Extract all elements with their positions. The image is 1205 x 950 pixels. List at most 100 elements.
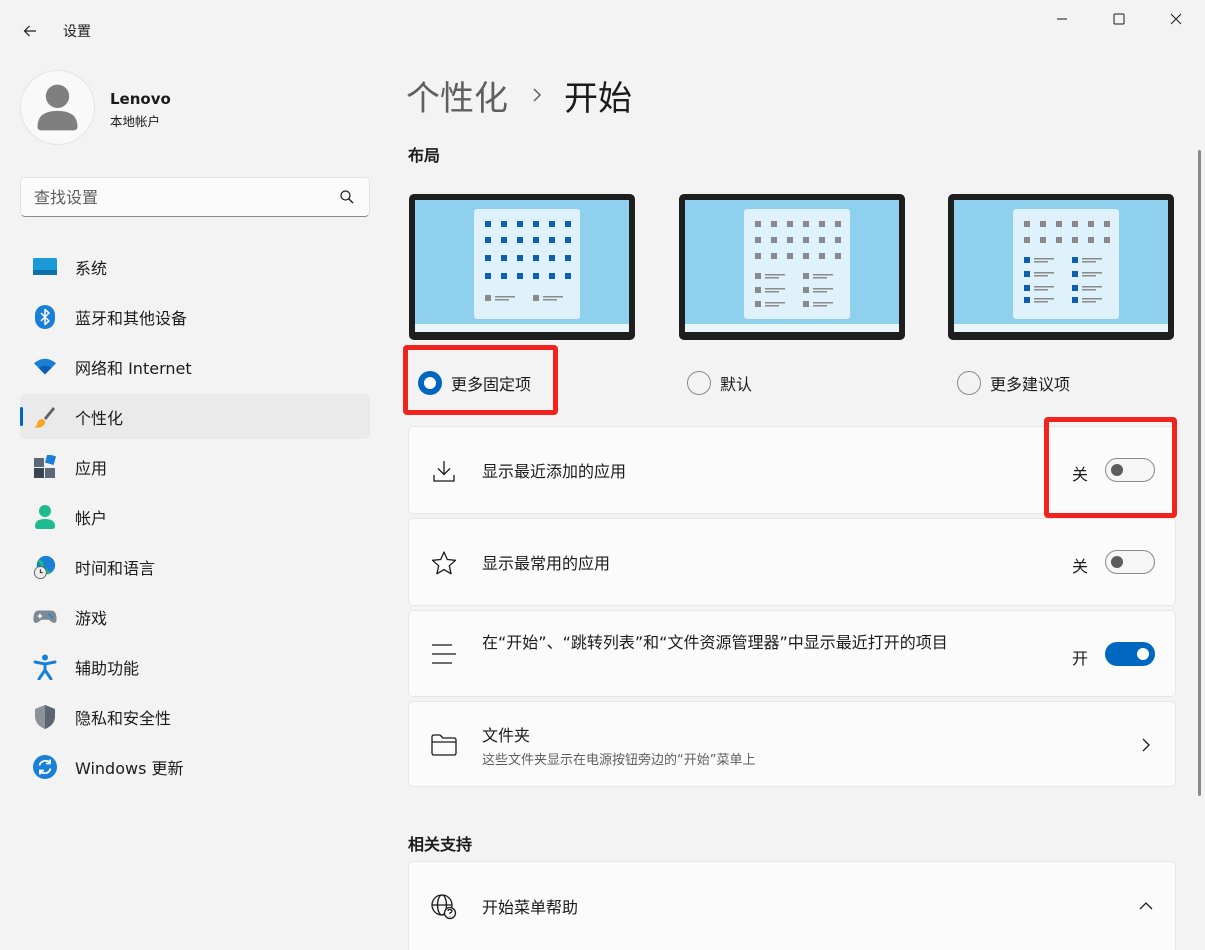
close-button[interactable]: [1148, 4, 1204, 34]
preview-taskbar: [415, 324, 629, 332]
star-icon: [430, 549, 458, 577]
search-box[interactable]: [20, 177, 370, 217]
setting-card-recent-items: 在“开始”、“跳转列表”和“文件资源管理器”中显示最近打开的项目 开: [408, 610, 1176, 697]
preview-start-menu: [1013, 209, 1119, 319]
breadcrumb: 个性化 开始: [406, 71, 632, 120]
sidebar-item-label: 网络和 Internet: [75, 358, 192, 378]
avatar[interactable]: [20, 70, 95, 145]
setting-title: 文件夹: [482, 726, 531, 745]
related-item-title: 开始菜单帮助: [482, 898, 579, 917]
sidebar-item-label: 个性化: [75, 408, 124, 428]
sidebar-item-label: 隐私和安全性: [75, 708, 172, 728]
sidebar-item-label: 游戏: [75, 608, 108, 628]
preview-screen: [954, 200, 1168, 332]
layout-option-label: 默认: [720, 375, 753, 394]
highlight-box-toggle: [1044, 417, 1177, 518]
sidebar-item-windows-update[interactable]: Windows 更新: [20, 744, 370, 789]
toggle-state-label: 开: [1072, 649, 1089, 668]
shield-icon: [33, 705, 57, 729]
pins-grid-icon: [485, 221, 571, 301]
profile-account-type: 本地帐户: [110, 114, 161, 129]
section-title-related-support: 相关支持: [408, 835, 473, 854]
chevron-up-icon[interactable]: [1139, 899, 1153, 913]
setting-card-most-used: 显示最常用的应用 关: [408, 518, 1176, 606]
toggle-state-label: 关: [1072, 557, 1089, 576]
sidebar-item-privacy[interactable]: 隐私和安全性: [20, 694, 370, 739]
sidebar-item-personalization[interactable]: 个性化: [20, 394, 370, 439]
list-icon: [430, 640, 458, 668]
chevron-right-icon: [1142, 738, 1150, 752]
sidebar-item-label: 时间和语言: [75, 558, 156, 578]
default-grid-icon: [755, 221, 841, 307]
person-icon: [33, 505, 57, 529]
profile-name: Lenovo: [110, 90, 171, 108]
radio-button[interactable]: [957, 371, 981, 395]
search-input[interactable]: [21, 178, 331, 216]
layout-option-label: 更多建议项: [990, 375, 1071, 394]
apps-icon: [33, 455, 57, 479]
page-title: 开始: [564, 78, 632, 119]
preview-start-menu: [744, 209, 850, 319]
gamepad-icon: [33, 605, 57, 629]
layout-preview-more-pins[interactable]: [409, 194, 635, 340]
toggle-switch-recent-items[interactable]: [1105, 642, 1155, 666]
minimize-button[interactable]: [1034, 4, 1090, 34]
sidebar-nav: 系统 蓝牙和其他设备 网络和 Internet 个性化 应用 帐户 时间和语言 …: [20, 244, 370, 794]
setting-title: 显示最常用的应用: [482, 554, 611, 573]
sidebar-item-apps[interactable]: 应用: [20, 444, 370, 489]
preview-taskbar: [954, 324, 1168, 332]
setting-title: 在“开始”、“跳转列表”和“文件资源管理器”中显示最近打开的项目: [482, 633, 948, 652]
preview-screen: [685, 200, 899, 332]
app-title: 设置: [63, 24, 91, 40]
preview-screen: [415, 200, 629, 332]
layout-preview-more-recommendations[interactable]: [948, 194, 1174, 340]
highlight-box-layout-option: [403, 345, 558, 415]
update-icon: [33, 755, 57, 779]
back-button[interactable]: [14, 16, 46, 46]
sidebar-item-label: 帐户: [75, 508, 108, 528]
recommendations-grid-icon: [1024, 221, 1110, 303]
sidebar-item-accounts[interactable]: 帐户: [20, 494, 370, 539]
sidebar-item-label: 蓝牙和其他设备: [75, 308, 188, 328]
folder-icon: [430, 731, 458, 759]
layout-preview-default[interactable]: [679, 194, 905, 340]
radio-button[interactable]: [687, 371, 711, 395]
sidebar-item-time-language[interactable]: 时间和语言: [20, 544, 370, 589]
accessibility-icon: [33, 654, 57, 680]
bluetooth-icon: [33, 305, 57, 329]
sidebar-item-bluetooth[interactable]: 蓝牙和其他设备: [20, 294, 370, 339]
wifi-icon: [33, 355, 57, 379]
sidebar-item-label: Windows 更新: [75, 758, 184, 778]
layout-option-more-recommendations[interactable]: 更多建议项: [957, 368, 1070, 398]
scrollbar[interactable]: [1198, 150, 1201, 796]
globe-clock-icon: [33, 555, 57, 579]
toggle-switch-most-used[interactable]: [1105, 550, 1155, 574]
layout-option-default[interactable]: 默认: [687, 368, 752, 398]
chevron-right-icon: [530, 88, 544, 102]
monitor-icon: [33, 255, 57, 279]
minimize-icon: [1057, 18, 1067, 20]
sidebar-item-accessibility[interactable]: 辅助功能: [20, 644, 370, 689]
setting-title: 显示最近添加的应用: [482, 462, 627, 481]
back-arrow-icon: [23, 25, 36, 37]
setting-subtitle: 这些文件夹显示在电源按钮旁边的“开始”菜单上: [482, 753, 756, 768]
sidebar-item-label: 系统: [75, 258, 108, 278]
sidebar-item-gaming[interactable]: 游戏: [20, 594, 370, 639]
maximize-button[interactable]: [1091, 4, 1147, 34]
globe-icon: [430, 893, 458, 921]
close-icon: [1170, 13, 1182, 25]
sidebar-item-label: 应用: [75, 458, 108, 478]
sidebar-item-system[interactable]: 系统: [20, 244, 370, 289]
breadcrumb-parent[interactable]: 个性化: [406, 71, 508, 120]
sidebar-item-network[interactable]: 网络和 Internet: [20, 344, 370, 389]
sidebar-item-label: 辅助功能: [75, 658, 140, 678]
preview-taskbar: [685, 324, 899, 332]
user-avatar-icon: [37, 84, 78, 131]
download-icon: [430, 457, 458, 485]
preview-start-menu: [474, 209, 580, 319]
search-icon[interactable]: [339, 189, 355, 205]
related-card-start-menu-help[interactable]: 开始菜单帮助: [408, 861, 1176, 950]
brush-icon: [33, 405, 57, 429]
section-title-layout: 布局: [408, 146, 441, 165]
setting-card-folders[interactable]: 文件夹 这些文件夹显示在电源按钮旁边的“开始”菜单上: [408, 701, 1176, 787]
